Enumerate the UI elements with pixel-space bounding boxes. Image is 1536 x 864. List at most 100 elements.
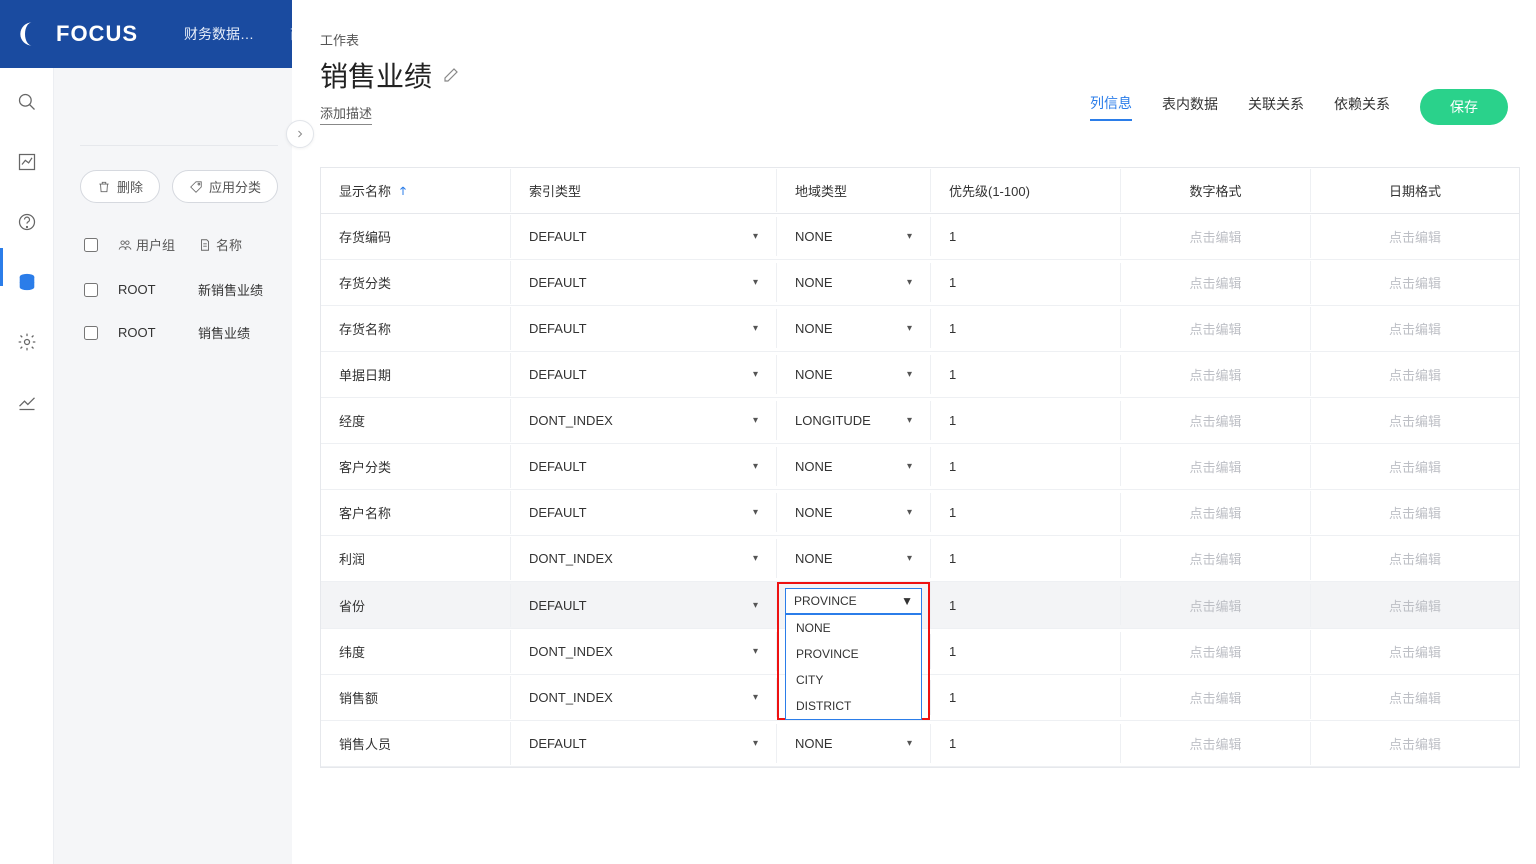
display-name-cell: 利润 (321, 537, 511, 580)
geo-type-select[interactable]: NONE▾ (777, 539, 931, 578)
geo-type-select[interactable]: NONE▾ (777, 447, 931, 486)
tab-dependencies[interactable]: 依赖关系 (1334, 94, 1390, 120)
geo-dropdown: NONEPROVINCECITYDISTRICT (785, 614, 922, 720)
row-checkbox[interactable] (84, 283, 98, 297)
gear-icon[interactable] (17, 332, 37, 352)
row-checkbox[interactable] (84, 326, 98, 340)
date-format-cell[interactable]: 点击编辑 (1311, 215, 1519, 258)
col-header-num-format: 数字格式 (1121, 169, 1311, 212)
geo-option[interactable]: DISTRICT (786, 693, 921, 719)
main-area: 工作表 销售业绩 添加描述 列信息 表内数据 关联关系 依赖关系 保存 显示名称… (292, 0, 1536, 864)
add-description-link[interactable]: 添加描述 (320, 103, 372, 125)
priority-cell[interactable]: 1 (931, 309, 1121, 348)
index-type-select[interactable]: DONT_INDEX▾ (511, 678, 777, 717)
row-group: ROOT (118, 325, 198, 340)
num-format-cell[interactable]: 点击编辑 (1121, 261, 1311, 304)
num-format-cell[interactable]: 点击编辑 (1121, 445, 1311, 488)
priority-cell[interactable]: 1 (931, 678, 1121, 717)
rail-active-indicator (0, 248, 3, 286)
num-format-cell[interactable]: 点击编辑 (1121, 307, 1311, 350)
geo-type-select[interactable]: NONE▾ (777, 355, 931, 394)
num-format-cell[interactable]: 点击编辑 (1121, 399, 1311, 442)
apply-category-button[interactable]: 应用分类 (172, 170, 278, 203)
geo-type-select[interactable]: NONE▾ (777, 493, 931, 532)
save-button[interactable]: 保存 (1420, 89, 1508, 125)
col-header-display-name[interactable]: 显示名称 (321, 169, 511, 212)
index-type-select[interactable]: DEFAULT▾ (511, 217, 777, 256)
geo-option[interactable]: NONE (786, 615, 921, 641)
num-format-cell[interactable]: 点击编辑 (1121, 722, 1311, 765)
tab-column-info[interactable]: 列信息 (1090, 93, 1132, 121)
geo-type-select[interactable]: LONGITUDE▾ (777, 401, 931, 440)
table-row: 省份DEFAULT▾PROVINCE▼NONEPROVINCECITYDISTR… (321, 582, 1519, 629)
index-type-select[interactable]: DEFAULT▾ (511, 263, 777, 302)
index-type-select[interactable]: DONT_INDEX▾ (511, 539, 777, 578)
geo-type-select[interactable]: NONE▾ (777, 309, 931, 348)
date-format-cell[interactable]: 点击编辑 (1311, 630, 1519, 673)
index-type-select[interactable]: DEFAULT▾ (511, 447, 777, 486)
index-type-select[interactable]: DEFAULT▾ (511, 355, 777, 394)
index-type-select[interactable]: DEFAULT▾ (511, 586, 777, 625)
priority-cell[interactable]: 1 (931, 586, 1121, 625)
index-type-select[interactable]: DONT_INDEX▾ (511, 632, 777, 671)
priority-cell[interactable]: 1 (931, 493, 1121, 532)
geo-type-select[interactable]: NONE▾ (777, 263, 931, 302)
index-type-select[interactable]: DEFAULT▾ (511, 493, 777, 532)
num-format-cell[interactable]: 点击编辑 (1121, 215, 1311, 258)
collapse-handle[interactable] (286, 120, 314, 148)
priority-cell[interactable]: 1 (931, 447, 1121, 486)
select-all-checkbox[interactable] (84, 238, 98, 252)
priority-cell[interactable]: 1 (931, 263, 1121, 302)
date-format-cell[interactable]: 点击编辑 (1311, 445, 1519, 488)
priority-cell[interactable]: 1 (931, 539, 1121, 578)
date-format-cell[interactable]: 点击编辑 (1311, 399, 1519, 442)
num-format-cell[interactable]: 点击编辑 (1121, 353, 1311, 396)
num-format-cell[interactable]: 点击编辑 (1121, 491, 1311, 534)
display-name-cell: 单据日期 (321, 353, 511, 396)
date-format-cell[interactable]: 点击编辑 (1311, 261, 1519, 304)
index-type-select[interactable]: DEFAULT▾ (511, 724, 777, 763)
date-format-cell[interactable]: 点击编辑 (1311, 307, 1519, 350)
help-icon[interactable] (17, 212, 37, 232)
num-format-cell[interactable]: 点击编辑 (1121, 676, 1311, 719)
priority-cell[interactable]: 1 (931, 401, 1121, 440)
geo-option[interactable]: CITY (786, 667, 921, 693)
search-icon[interactable] (17, 92, 37, 112)
geo-type-select[interactable]: PROVINCE▼NONEPROVINCECITYDISTRICT (777, 582, 931, 628)
date-format-cell[interactable]: 点击编辑 (1311, 676, 1519, 719)
date-format-cell[interactable]: 点击编辑 (1311, 491, 1519, 534)
geo-type-select[interactable]: NONE▾ (777, 217, 931, 256)
column-grid: 显示名称 索引类型 地域类型 优先级(1-100) 数字格式 日期格式 存货编码… (320, 167, 1520, 768)
num-format-cell[interactable]: 点击编辑 (1121, 537, 1311, 580)
topnav-item-finance[interactable]: 财务数据… (184, 24, 254, 44)
table-row: 单据日期DEFAULT▾NONE▾1点击编辑点击编辑 (321, 352, 1519, 398)
leftpanel-row[interactable]: ROOT新销售业绩 (80, 268, 278, 311)
leftpanel-row[interactable]: ROOT销售业绩 (80, 311, 278, 354)
display-name-cell: 经度 (321, 399, 511, 442)
date-format-cell[interactable]: 点击编辑 (1311, 537, 1519, 580)
chart-icon[interactable] (17, 152, 37, 172)
geo-option[interactable]: PROVINCE (786, 641, 921, 667)
date-format-cell[interactable]: 点击编辑 (1311, 353, 1519, 396)
priority-cell[interactable]: 1 (931, 724, 1121, 763)
priority-cell[interactable]: 1 (931, 217, 1121, 256)
table-row: 经度DONT_INDEX▾LONGITUDE▾1点击编辑点击编辑 (321, 398, 1519, 444)
priority-cell[interactable]: 1 (931, 632, 1121, 671)
data-icon[interactable] (17, 272, 37, 292)
num-format-cell[interactable]: 点击编辑 (1121, 584, 1311, 627)
index-type-select[interactable]: DONT_INDEX▾ (511, 401, 777, 440)
tab-table-data[interactable]: 表内数据 (1162, 94, 1218, 120)
tab-relations[interactable]: 关联关系 (1248, 94, 1304, 120)
delete-button[interactable]: 删除 (80, 170, 160, 203)
display-name-cell: 存货分类 (321, 261, 511, 304)
edit-icon[interactable] (442, 66, 460, 84)
num-format-cell[interactable]: 点击编辑 (1121, 630, 1311, 673)
priority-cell[interactable]: 1 (931, 355, 1121, 394)
trend-icon[interactable] (17, 392, 37, 412)
delete-button-label: 删除 (117, 177, 143, 196)
table-row: 利润DONT_INDEX▾NONE▾1点击编辑点击编辑 (321, 536, 1519, 582)
geo-type-select[interactable]: NONE▾ (777, 724, 931, 763)
index-type-select[interactable]: DEFAULT▾ (511, 309, 777, 348)
date-format-cell[interactable]: 点击编辑 (1311, 722, 1519, 765)
date-format-cell[interactable]: 点击编辑 (1311, 584, 1519, 627)
